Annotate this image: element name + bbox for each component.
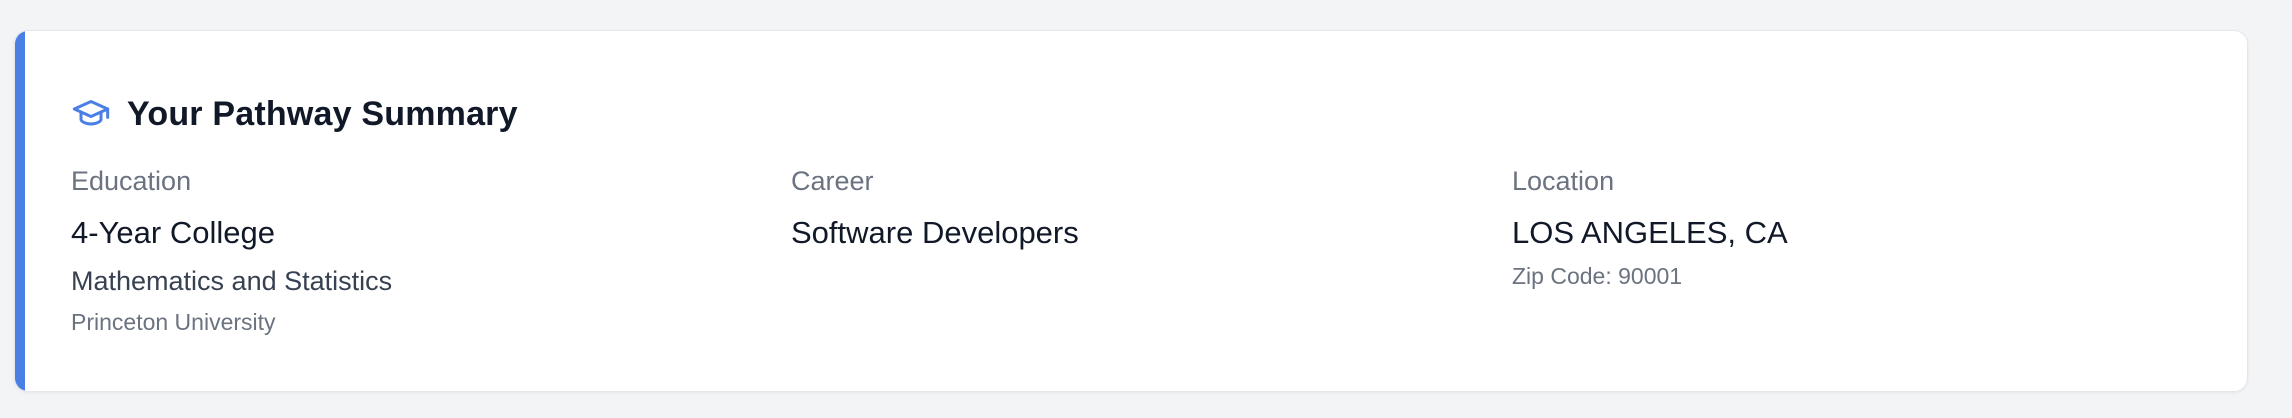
location-column: Location LOS ANGELES, CA Zip Code: 90001 xyxy=(1512,161,2192,293)
card-header: Your Pathway Summary xyxy=(71,89,518,139)
location-zip: Zip Code: 90001 xyxy=(1512,263,1683,289)
graduation-cap-icon xyxy=(71,94,111,134)
career-label: Career xyxy=(791,166,874,196)
education-type: 4-Year College xyxy=(71,215,275,250)
education-school: Princeton University xyxy=(71,309,276,335)
career-title: Software Developers xyxy=(791,215,1079,250)
career-column: Career Software Developers xyxy=(791,161,1471,255)
location-label: Location xyxy=(1512,166,1615,196)
pathway-summary-card: Your Pathway Summary Education 4-Year Co… xyxy=(14,30,2248,392)
location-city: LOS ANGELES, CA xyxy=(1512,215,1788,250)
card-accent-bar xyxy=(15,31,25,391)
education-column: Education 4-Year College Mathematics and… xyxy=(71,161,751,339)
education-label: Education xyxy=(71,166,192,196)
card-title: Your Pathway Summary xyxy=(127,94,518,133)
education-major: Mathematics and Statistics xyxy=(71,266,393,296)
